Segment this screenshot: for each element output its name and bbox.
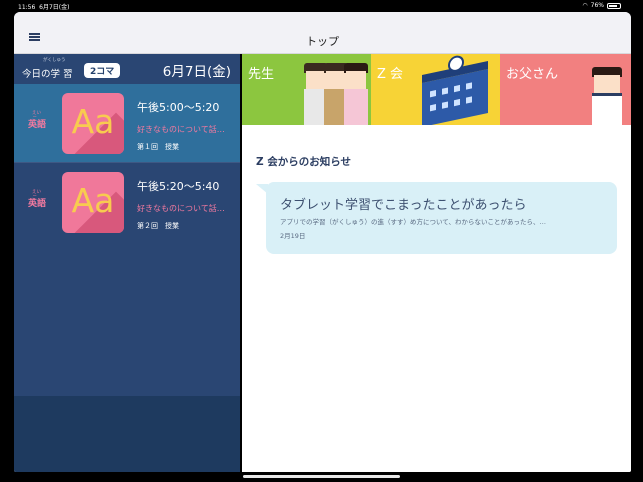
banner-label: 先生	[248, 67, 275, 82]
lesson-description: 好きなものについて話…	[137, 125, 225, 134]
status-bar: 11:56 6月7日(金) ◠ 76%	[0, 0, 643, 12]
today-lessons-panel: がくしゅう 今日の学 習 2コマ 6月7日(金) えい ご 英語 Aa 午後5:…	[14, 54, 240, 472]
father-banner[interactable]: お父さん	[500, 54, 631, 125]
status-time: 11:56	[18, 4, 36, 11]
english-subject-icon: Aa	[62, 172, 124, 233]
lessons-empty-area	[14, 240, 240, 396]
wifi-icon: ◠	[582, 2, 588, 9]
news-headline: タブレット学習でこまったことがあったら	[280, 198, 527, 213]
lesson-meta: 第２回 授業	[137, 222, 179, 230]
english-subject-icon: Aa	[62, 93, 124, 154]
news-item[interactable]: タブレット学習でこまったことがあったら アプリでの学習（がくしゅう）の進（すす）…	[256, 182, 617, 254]
school-building-icon	[422, 54, 488, 125]
father-illustration-icon	[592, 67, 622, 125]
battery-icon	[607, 2, 621, 9]
lessons-header: がくしゅう 今日の学 習 2コマ 6月7日(金)	[14, 54, 240, 84]
lesson-time: 午後5:20〜5:40	[137, 180, 220, 193]
home-indicator[interactable]	[243, 475, 400, 478]
status-date: 6月7日(金)	[39, 4, 70, 11]
battery-percent: 76%	[590, 2, 604, 9]
lesson-subject: えい ご 英語	[28, 190, 46, 209]
lesson-description: 好きなものについて話…	[137, 204, 225, 213]
lesson-time: 午後5:00〜5:20	[137, 101, 220, 114]
navigation-bar: トップ	[14, 12, 631, 54]
zkai-banner[interactable]: Z 会	[371, 54, 500, 125]
icon-text: Aa	[71, 102, 115, 141]
status-right: ◠ 76%	[582, 2, 621, 9]
lesson-count-badge: 2コマ	[84, 63, 121, 78]
subject-ruby: えい ご	[32, 111, 41, 122]
teacher-banner[interactable]: 先生	[242, 54, 371, 125]
lesson-meta: 第１回 授業	[137, 143, 179, 151]
lesson-item[interactable]: えい ご 英語 Aa 午後5:20〜5:40 好きなものについて話… 第２回 授…	[14, 162, 240, 241]
news-section-title: Z 会からのお知らせ	[256, 156, 352, 168]
icon-text: Aa	[71, 181, 115, 220]
lesson-subject: えい ご 英語	[28, 111, 46, 130]
banner-label: Z 会	[377, 67, 404, 82]
header-title: 今日の学 習	[22, 69, 73, 80]
battery-fill	[609, 4, 617, 7]
news-body: アプリでの学習（がくしゅう）の進（すす）め方について、わからないことがあったら、…	[280, 218, 546, 226]
lesson-item[interactable]: えい ご 英語 Aa 午後5:00〜5:20 好きなものについて話… 第１回 授…	[14, 84, 240, 162]
banner-label: お父さん	[506, 67, 559, 82]
news-date: 2月19日	[280, 232, 306, 240]
status-time-date: 11:56 6月7日(金)	[18, 2, 69, 11]
main-content: 先生 Z 会 お父さん Z 会からのお知らせ タブレット学習でこまったことがあっ…	[242, 54, 631, 472]
page-title: トップ	[306, 35, 339, 48]
header-furigana: がくしゅう	[43, 58, 66, 63]
app-screen: トップ がくしゅう 今日の学 習 2コマ 6月7日(金) えい ご 英語 Aa …	[14, 12, 631, 472]
subject-ruby: えい ご	[32, 190, 41, 201]
teacher-illustration-icon	[344, 63, 368, 125]
header-date: 6月7日(金)	[162, 64, 231, 80]
